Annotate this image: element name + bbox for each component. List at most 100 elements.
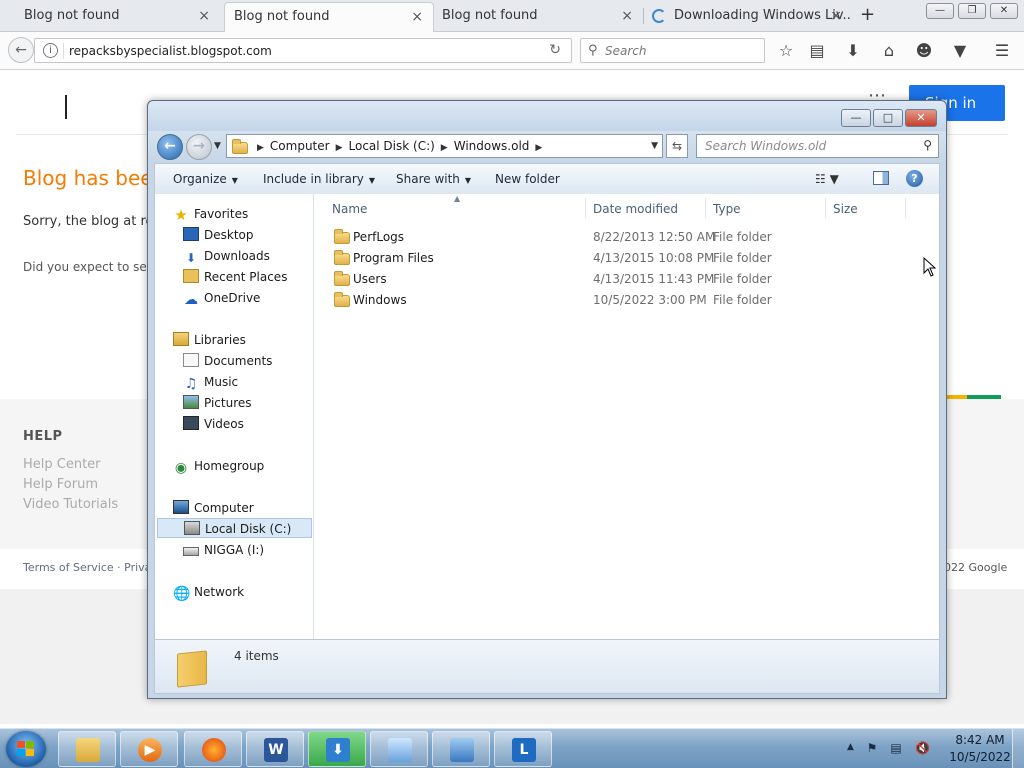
recent-pages-dropdown-icon[interactable]: ▼ (214, 141, 221, 151)
breadcrumb-computer[interactable]: Computer (270, 139, 330, 153)
taskbar-firefox[interactable] (184, 731, 242, 767)
change-view-icon[interactable]: ☷ ▼ (815, 172, 839, 186)
clock-date[interactable]: 10/5/2022 (948, 750, 1012, 764)
nav-documents[interactable]: Documents (183, 351, 272, 371)
file-row[interactable]: Users 4/13/2015 11:43 PM File folder (322, 269, 922, 289)
column-divider[interactable] (825, 198, 826, 218)
show-hidden-icons-icon[interactable]: ▲ (847, 742, 854, 752)
breadcrumb-arrow-icon[interactable]: ▶ (257, 143, 264, 153)
volume-muted-icon[interactable]: 🔇 (915, 741, 930, 755)
nav-downloads[interactable]: ⬇ Downloads (183, 246, 270, 266)
close-window-button[interactable]: ✕ (990, 3, 1018, 19)
browser-search-field[interactable]: ⚲ Search (580, 38, 765, 63)
address-dropdown-icon[interactable]: ▼ (651, 141, 658, 151)
clock-time[interactable]: 8:42 AM (952, 733, 1008, 747)
explorer-search-field[interactable]: Search Windows.old ⚲ (696, 134, 939, 158)
menu-hamburger-icon[interactable]: ☰ (991, 40, 1013, 62)
explorer-close-button[interactable]: ✕ (905, 109, 937, 127)
column-divider[interactable] (705, 198, 706, 218)
file-row[interactable]: Program Files 4/13/2015 10:08 PM File fo… (322, 248, 922, 268)
new-folder-button[interactable]: New folder (495, 172, 560, 186)
help-forum-link[interactable]: Help Forum (23, 477, 98, 492)
nav-desktop[interactable]: Desktop (183, 225, 254, 245)
terms-link[interactable]: Terms of Service · Privacy (23, 561, 164, 574)
tab-close-icon[interactable]: × (830, 2, 842, 30)
explorer-address-bar[interactable]: ▶ Computer ▶ Local Disk (C:) ▶ Windows.old ▶ ▼ (226, 134, 663, 158)
taskbar-explorer[interactable] (58, 731, 116, 767)
nav-videos[interactable]: Videos (183, 414, 244, 434)
explorer-maximize-button[interactable]: □ (873, 109, 903, 127)
column-header-date-modified[interactable]: Date modified (593, 202, 678, 216)
pocket-icon[interactable]: ▼ (949, 40, 971, 62)
column-header-type[interactable]: Type (713, 202, 741, 216)
nav-favorites[interactable]: ★ Favorites (173, 204, 248, 224)
nav-drive-i-label: NIGGA (I:) (204, 543, 265, 557)
organize-menu[interactable]: Organize ▼ (173, 172, 238, 186)
restore-button[interactable]: ❐ (958, 3, 986, 19)
breadcrumb-arrow-icon[interactable]: ▶ (441, 143, 448, 153)
taskbar-media-player[interactable]: ▶ (120, 731, 178, 767)
help-center-link[interactable]: Help Center (23, 457, 101, 472)
taskbar-remote-desktop[interactable] (432, 731, 490, 767)
nav-drive-i[interactable]: NIGGA (I:) (183, 540, 264, 560)
browser-tab-2-active[interactable]: Blog not found × (224, 2, 434, 32)
bookmark-star-icon[interactable]: ☆ (775, 40, 797, 62)
browser-tab-1[interactable]: Blog not found × (2, 2, 220, 32)
tab-close-icon[interactable]: × (621, 2, 633, 30)
home-icon[interactable]: ⌂ (878, 40, 900, 62)
reading-list-icon[interactable]: ▤ (806, 40, 828, 62)
explorer-back-icon[interactable]: ← (157, 134, 183, 160)
taskbar-setup[interactable]: ⬇ (308, 731, 366, 767)
show-desktop-button[interactable] (1012, 729, 1024, 768)
explorer-minimize-button[interactable]: — (841, 109, 871, 127)
column-header-name[interactable]: Name (332, 202, 367, 216)
browser-tab-4[interactable]: Downloading Windows Liv... × (648, 2, 852, 32)
minimize-button[interactable]: — (926, 3, 954, 19)
nav-libraries[interactable]: Libraries (173, 330, 246, 350)
action-center-flag-icon[interactable]: ⚑ (865, 741, 879, 755)
column-divider[interactable] (585, 198, 586, 218)
browser-tab-3[interactable]: Blog not found × (433, 2, 643, 32)
nav-recent-places[interactable]: Recent Places (183, 267, 287, 287)
file-row[interactable]: PerfLogs 8/22/2013 12:50 AM File folder (322, 227, 922, 247)
nav-onedrive[interactable]: ☁ OneDrive (183, 288, 260, 308)
column-divider[interactable] (905, 198, 906, 218)
nav-homegroup[interactable]: ◉ Homegroup (173, 456, 264, 476)
breadcrumb-arrow-icon[interactable]: ▶ (535, 143, 542, 153)
new-tab-button[interactable]: + (860, 4, 875, 26)
removable-drive-icon (183, 547, 199, 556)
reload-icon[interactable]: ↻ (549, 42, 561, 58)
column-header-size[interactable]: Size (833, 202, 858, 216)
include-in-library-menu[interactable]: Include in library ▼ (263, 172, 375, 186)
help-icon[interactable]: ? (906, 170, 923, 187)
start-button[interactable] (6, 731, 46, 767)
nav-network[interactable]: 🌐 Network (173, 582, 244, 602)
back-arrow-icon[interactable]: ← (8, 37, 34, 63)
refresh-icon[interactable]: ⇆ (666, 134, 688, 158)
nav-music[interactable]: ♫ Music (183, 372, 238, 392)
breadcrumb: ▶ Computer ▶ Local Disk (C:) ▶ Windows.old ▶ (251, 139, 548, 153)
taskbar-file-manager[interactable] (370, 731, 428, 767)
info-icon[interactable]: i (43, 43, 58, 58)
breadcrumb-windows-old[interactable]: Windows.old (454, 139, 530, 153)
explorer-window[interactable]: — □ ✕ ← → ▼ ▶ Computer ▶ Local Disk (C:) ▶ Wi… (147, 100, 947, 699)
tab-close-icon[interactable]: × (198, 2, 210, 30)
nav-pictures[interactable]: Pictures (183, 393, 252, 413)
preview-pane-icon[interactable] (873, 171, 889, 185)
nav-computer[interactable]: Computer (173, 498, 254, 518)
network-icon[interactable]: ▤ (889, 741, 903, 755)
nav-local-disk-c[interactable]: Local Disk (C:) (157, 518, 312, 538)
tab-close-icon[interactable]: × (411, 3, 423, 31)
share-with-menu[interactable]: Share with ▼ (396, 172, 471, 186)
taskbar-lync[interactable]: L (494, 731, 552, 767)
video-tutorials-link[interactable]: Video Tutorials (23, 497, 118, 512)
download-arrow-icon[interactable]: ⬇ (842, 40, 864, 62)
breadcrumb-local-disk[interactable]: Local Disk (C:) (349, 139, 435, 153)
explorer-forward-icon[interactable]: → (186, 134, 212, 160)
taskbar-word[interactable]: W (246, 731, 304, 767)
file-row[interactable]: Windows 10/5/2022 3:00 PM File folder (322, 290, 922, 310)
chat-smiley-icon[interactable]: ☻ (913, 40, 935, 62)
url-bar[interactable]: i repacksbyspecialist.blogspot.com ↻ (34, 38, 572, 63)
explorer-title-bar[interactable]: — □ ✕ (148, 101, 946, 131)
breadcrumb-arrow-icon[interactable]: ▶ (336, 143, 343, 153)
